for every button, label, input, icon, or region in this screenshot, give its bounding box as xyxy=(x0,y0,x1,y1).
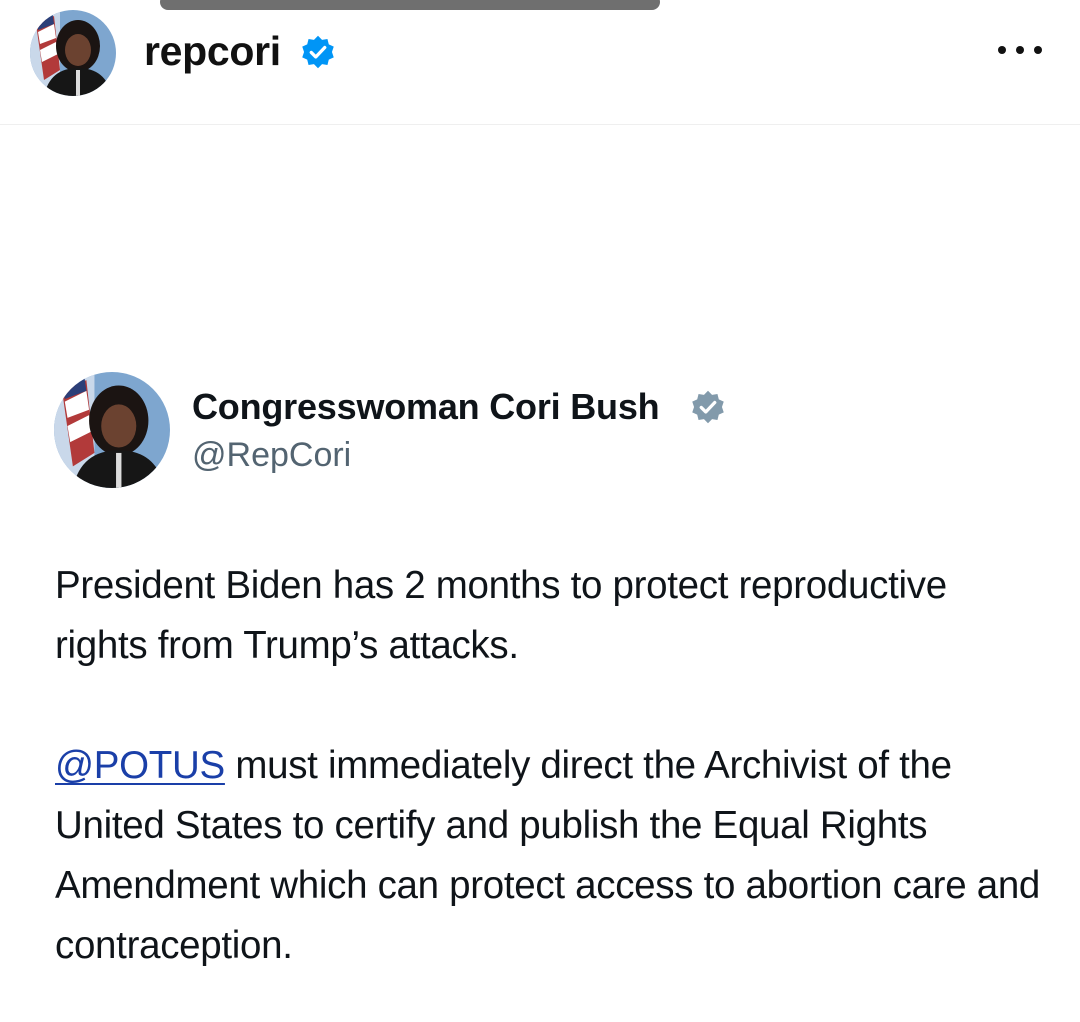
tweet-author-handle[interactable]: @RepCori xyxy=(192,436,351,475)
tweet-author-avatar[interactable] xyxy=(54,372,170,488)
more-options-button[interactable] xyxy=(994,34,1046,64)
profile-username[interactable]: repcori xyxy=(144,28,281,75)
verified-badge-icon xyxy=(692,390,724,424)
verified-badge-icon xyxy=(302,35,334,69)
mention-link[interactable]: @POTUS xyxy=(55,744,225,787)
profile-avatar[interactable] xyxy=(30,10,116,96)
tweet-paragraph: @POTUS must immediately direct the Archi… xyxy=(55,736,1045,976)
tweet-author-name[interactable]: Congresswoman Cori Bush xyxy=(192,386,660,428)
post-header: repcori xyxy=(0,0,1080,125)
tweet-body: President Biden has 2 months to protect … xyxy=(55,556,1045,976)
avatar-photo-icon xyxy=(54,372,170,488)
avatar-photo-icon xyxy=(30,10,116,96)
tweet-paragraph: President Biden has 2 months to protect … xyxy=(55,564,947,667)
